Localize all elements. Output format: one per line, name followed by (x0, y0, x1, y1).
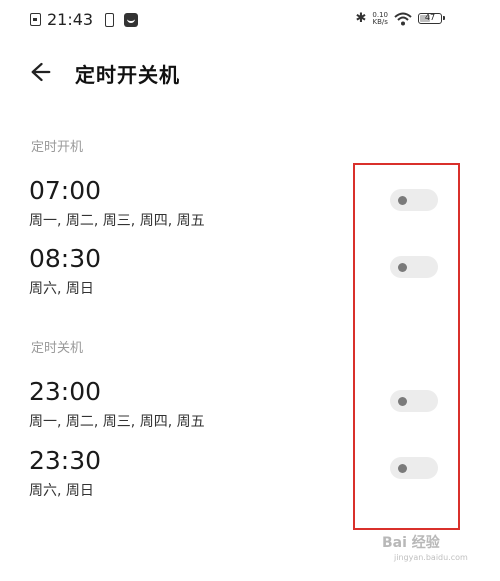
schedule-time[interactable]: 07:00 (29, 176, 101, 205)
battery-icon: 47 (418, 13, 445, 24)
schedule-days: 周一, 周二, 周三, 周四, 周五 (29, 414, 205, 430)
schedule-time[interactable]: 23:30 (29, 446, 101, 475)
status-left: 21:43 (30, 10, 139, 29)
message-icon (124, 12, 139, 27)
bluetooth-icon: ✱ (355, 11, 367, 26)
schedule-days: 周六, 周日 (29, 281, 94, 297)
status-bar: 21:43 ✱ 0.10 KB/s 47 (0, 0, 500, 40)
header: 定时开关机 (0, 52, 500, 92)
watermark-brand: Bai 经验 (382, 535, 440, 551)
phone-icon (105, 12, 115, 27)
status-right: ✱ 0.10 KB/s 47 (355, 11, 445, 26)
network-speed-unit: KB/s (372, 17, 388, 26)
battery-level: 47 (424, 13, 436, 22)
schedule-days: 周六, 周日 (29, 483, 94, 499)
back-arrow-icon[interactable] (26, 58, 60, 86)
network-speed: 0.10 KB/s (372, 11, 388, 26)
watermark-url: jingyan.baidu.com (394, 553, 468, 562)
status-time: 21:43 (47, 10, 94, 29)
page-title: 定时开关机 (75, 63, 180, 87)
schedule-time[interactable]: 23:00 (29, 377, 101, 406)
schedule-days: 周一, 周二, 周三, 周四, 周五 (29, 213, 205, 229)
sim-icon (30, 13, 41, 26)
section-label-power-off: 定时关机 (31, 341, 84, 356)
highlight-box (353, 163, 460, 530)
section-label-power-on: 定时开机 (31, 140, 84, 155)
wifi-icon (394, 12, 412, 25)
schedule-time[interactable]: 08:30 (29, 244, 101, 273)
